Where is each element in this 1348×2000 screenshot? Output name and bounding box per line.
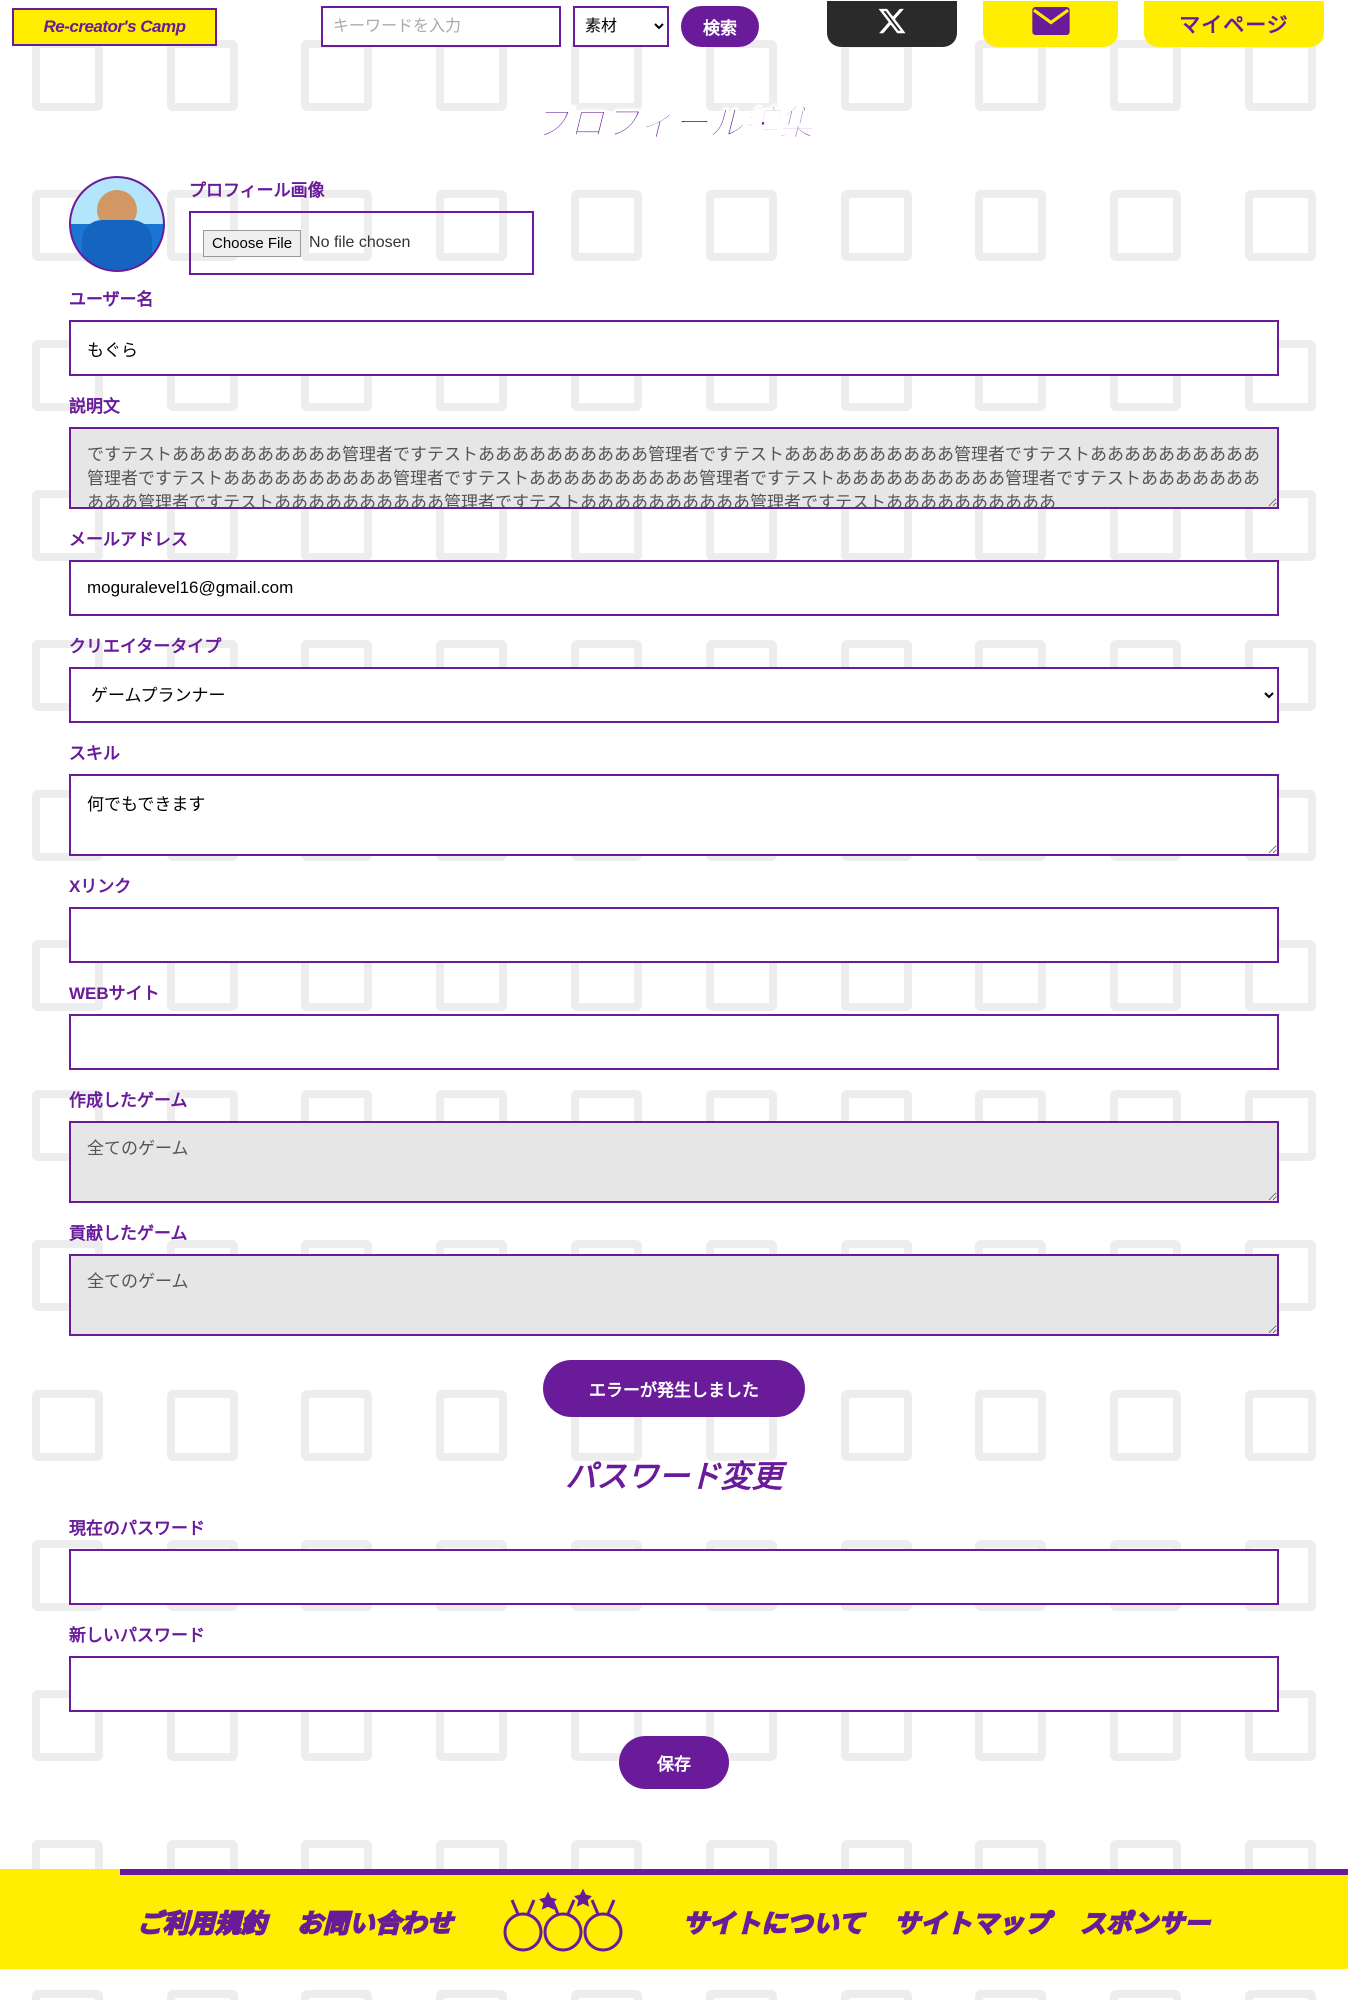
main-content: プロフィール編集 プロフィール画像 Choose File No file ch…: [69, 95, 1279, 1789]
file-chosen-text: No file chosen: [309, 234, 410, 252]
new-password-input[interactable]: [69, 1656, 1279, 1712]
footer-link-about[interactable]: サイトについて: [683, 1904, 864, 1940]
skill-label: スキル: [69, 739, 1279, 764]
email-label: メールアドレス: [69, 525, 1279, 550]
description-label: 説明文: [69, 392, 1279, 417]
current-password-label: 現在のパスワード: [69, 1514, 1279, 1539]
footer-link-contact[interactable]: お問い合わせ: [297, 1904, 453, 1940]
website-input[interactable]: [69, 1014, 1279, 1070]
footer-link-sitemap[interactable]: サイトマップ: [895, 1904, 1051, 1940]
profile-image-label: プロフィール画像: [189, 176, 1279, 201]
x-link-label: Xリンク: [69, 872, 1279, 897]
footer: ご利用規約 お問い合わせ サイトについて サイトマップ スポンサー: [0, 1869, 1348, 1969]
username-label: ユーザー名: [69, 285, 1279, 310]
created-games-label: 作成したゲーム: [69, 1086, 1279, 1111]
search-button[interactable]: 検索: [681, 6, 759, 47]
error-button[interactable]: エラーが発生しました: [543, 1360, 805, 1417]
search-input[interactable]: [321, 6, 561, 47]
mypage-button[interactable]: マイページ: [1144, 1, 1324, 47]
footer-decoration-icon: [483, 1892, 653, 1952]
new-password-label: 新しいパスワード: [69, 1621, 1279, 1646]
creator-type-select[interactable]: ゲームプランナー: [69, 667, 1279, 723]
category-select[interactable]: 素材: [573, 6, 669, 47]
x-twitter-button[interactable]: [827, 1, 957, 47]
choose-file-button[interactable]: Choose File: [203, 230, 301, 257]
header: Re-creator's Camp 素材 検索 マイページ: [0, 0, 1348, 55]
x-link-input[interactable]: [69, 907, 1279, 963]
x-icon: [877, 6, 907, 41]
file-input-box[interactable]: Choose File No file chosen: [189, 211, 534, 275]
footer-link-terms[interactable]: ご利用規約: [137, 1904, 267, 1940]
skill-textarea[interactable]: [69, 774, 1279, 856]
creator-type-label: クリエイタータイプ: [69, 632, 1279, 657]
username-input[interactable]: [69, 320, 1279, 376]
footer-link-sponsor[interactable]: スポンサー: [1081, 1904, 1211, 1940]
website-label: WEBサイト: [69, 979, 1279, 1004]
mail-icon: [1032, 7, 1070, 40]
logo[interactable]: Re-creator's Camp: [12, 8, 217, 46]
contributed-games-label: 貢献したゲーム: [69, 1219, 1279, 1244]
page-title: プロフィール編集: [69, 95, 1279, 146]
contributed-games-textarea[interactable]: [69, 1254, 1279, 1336]
description-textarea[interactable]: [69, 427, 1279, 509]
mail-button[interactable]: [983, 1, 1118, 47]
email-input[interactable]: [69, 560, 1279, 616]
avatar: [69, 176, 165, 272]
password-section-title: パスワード変更: [69, 1451, 1279, 1496]
created-games-textarea[interactable]: [69, 1121, 1279, 1203]
current-password-input[interactable]: [69, 1549, 1279, 1605]
save-button[interactable]: 保存: [619, 1736, 729, 1789]
